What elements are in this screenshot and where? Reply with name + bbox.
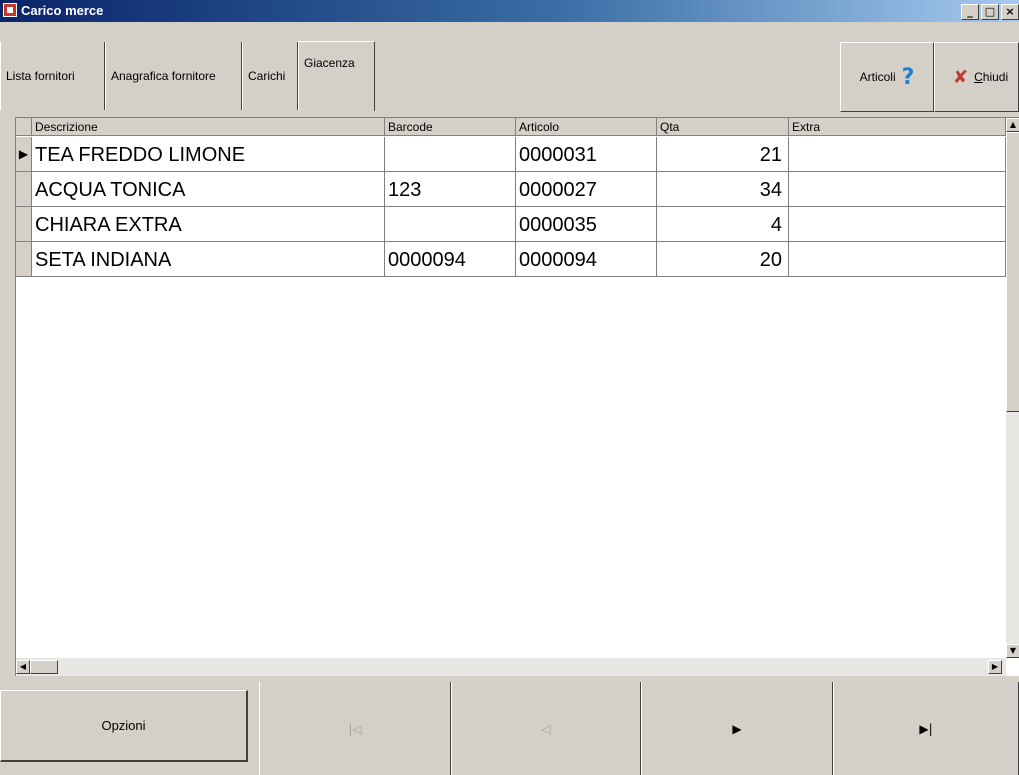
header-indicator-cell [16,118,32,136]
cell-barcode[interactable] [385,137,516,172]
cell-barcode[interactable]: 123 [385,172,516,207]
articoli-label: Articoli [859,70,896,84]
cell-articolo[interactable]: 0000027 [516,172,657,207]
cell-articolo[interactable]: 0000035 [516,207,657,242]
vertical-scroll-thumb[interactable] [1006,132,1019,412]
cell-articolo[interactable]: 0000031 [516,137,657,172]
grid-header: Descrizione Barcode Articolo Qta Extra [16,118,1006,136]
close-window-button[interactable]: × [1001,4,1019,20]
table-row[interactable]: SETA INDIANA 0000094 0000094 20 [16,242,1006,277]
cell-barcode[interactable] [385,207,516,242]
cell-barcode[interactable]: 0000094 [385,242,516,277]
scroll-right-button[interactable]: ▶ [988,660,1002,674]
table-row[interactable]: ▶ TEA FREDDO LIMONE 0000031 21 [16,137,1006,172]
scroll-left-button[interactable]: ◀ [16,660,30,674]
close-x-icon: ✘ [953,66,969,88]
chiudi-button[interactable]: ✘ Chiudi [934,42,1019,112]
scroll-up-button[interactable]: ▲ [1006,118,1019,132]
horizontal-scrollbar[interactable]: ◀ ▶ [16,658,1006,676]
column-header-descrizione[interactable]: Descrizione [32,118,385,136]
column-header-qta[interactable]: Qta [657,118,789,136]
row-indicator [16,242,32,277]
window-title-bar[interactable]: Carico merce _ □ × [0,0,1019,22]
tab-carichi[interactable]: Carichi [242,42,298,110]
table-row[interactable]: ACQUA TONICA 123 0000027 34 [16,172,1006,207]
next-record-button[interactable]: ▶ [641,682,833,775]
next-record-icon: ▶ [732,721,742,736]
cell-articolo[interactable]: 0000094 [516,242,657,277]
prior-record-icon: ◁ [541,721,551,736]
cell-extra[interactable] [789,172,1006,207]
cell-descrizione[interactable]: CHIARA EXTRA [32,207,385,242]
cell-qta[interactable]: 21 [657,137,789,172]
navigator-bar: Opzioni |◁ ◁ ▶ ▶| [0,680,1019,775]
cell-descrizione[interactable]: SETA INDIANA [32,242,385,277]
cell-descrizione[interactable]: ACQUA TONICA [32,172,385,207]
first-record-button[interactable]: |◁ [259,682,451,775]
tab-lista-fornitori[interactable]: Lista fornitori [0,42,105,110]
cell-qta[interactable]: 34 [657,172,789,207]
opzioni-button[interactable]: Opzioni [0,690,248,762]
current-row-indicator-icon: ▶ [16,137,32,172]
row-indicator [16,172,32,207]
window-controls: _ □ × [959,3,1019,20]
maximize-button[interactable]: □ [981,4,999,20]
tab-giacenza[interactable]: Giacenza [298,41,375,111]
data-grid[interactable]: Descrizione Barcode Articolo Qta Extra ▶… [15,117,1019,676]
app-icon [3,3,17,17]
articoli-button[interactable]: Articoli ? [840,42,934,112]
help-icon: ? [901,64,915,90]
toolbar: Lista fornitori Anagrafica fornitore Car… [0,22,1019,112]
cell-extra[interactable] [789,207,1006,242]
column-header-articolo[interactable]: Articolo [516,118,657,136]
cell-extra[interactable] [789,137,1006,172]
chiudi-label: Chiudi [974,70,1009,84]
vertical-scrollbar[interactable]: ▲ ▼ [1006,118,1019,658]
cell-qta[interactable]: 20 [657,242,789,277]
cell-descrizione[interactable]: TEA FREDDO LIMONE [32,137,385,172]
tab-anagrafica-fornitore[interactable]: Anagrafica fornitore [105,42,242,110]
scroll-down-button[interactable]: ▼ [1006,644,1019,658]
horizontal-scroll-thumb[interactable] [30,660,58,674]
last-record-icon: ▶| [919,721,933,736]
minimize-button[interactable]: _ [961,4,979,20]
cell-qta[interactable]: 4 [657,207,789,242]
cell-extra[interactable] [789,242,1006,277]
window-title: Carico merce [21,3,104,18]
row-indicator [16,207,32,242]
column-header-extra[interactable]: Extra [789,118,1006,136]
last-record-button[interactable]: ▶| [833,682,1019,775]
prior-record-button[interactable]: ◁ [451,682,641,775]
first-record-icon: |◁ [348,721,362,736]
column-header-barcode[interactable]: Barcode [385,118,516,136]
table-row[interactable]: CHIARA EXTRA 0000035 4 [16,207,1006,242]
